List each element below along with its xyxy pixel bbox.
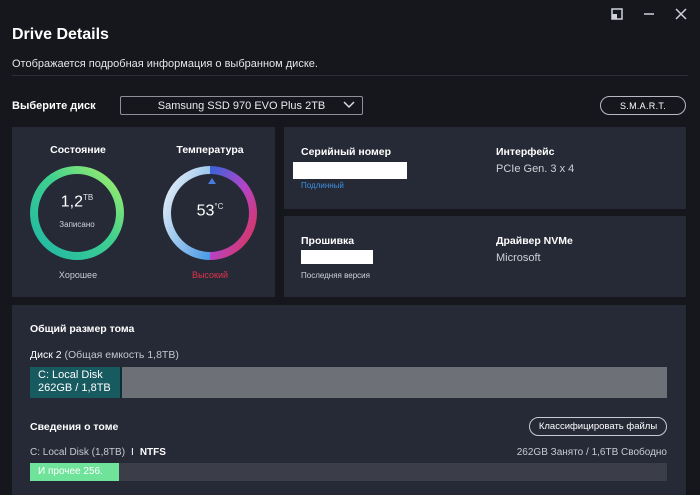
drive-select[interactable]: Samsung SSD 970 EVO Plus 2TB xyxy=(120,96,363,115)
volume-panel: Общий размер тома Диск 2 (Общая емкость … xyxy=(12,305,686,495)
minimize-icon[interactable] xyxy=(638,6,660,22)
smart-button[interactable]: S.M.A.R.T. xyxy=(600,96,686,115)
close-icon[interactable] xyxy=(670,6,692,22)
temperature-value: 53 xyxy=(196,202,215,220)
volume-title: Общий размер тома xyxy=(30,323,135,335)
temperature-verdict: Высокий xyxy=(191,270,229,280)
window-controls xyxy=(606,6,692,22)
header-divider xyxy=(12,75,688,76)
written-caption: Записано xyxy=(59,220,95,229)
interface-value: PCIe Gen. 3 x 4 xyxy=(496,163,575,175)
firmware-redacted xyxy=(301,250,373,264)
temperature-unit: °C xyxy=(214,202,224,211)
serial-panel: Серийный номер Подлинный Интерфейс PCIe … xyxy=(284,127,686,209)
written-value: 1,2 xyxy=(60,193,83,211)
drive-select-value: Samsung SSD 970 EVO Plus 2TB xyxy=(157,99,326,112)
partition-name: C: Local Disk xyxy=(38,369,103,381)
page-title: Drive Details xyxy=(12,26,109,43)
volume-name: C: Local Disk (1,8TB) xyxy=(30,447,126,458)
firmware-panel: Прошивка Последняя версия Драйвер NVMe M… xyxy=(284,216,686,297)
serial-label: Серийный номер xyxy=(301,146,392,158)
firmware-label: Прошивка xyxy=(301,235,355,247)
page-subtitle: Отображается подробная информация о выбр… xyxy=(12,58,318,70)
chevron-down-icon xyxy=(342,98,356,115)
disk-name: Диск 2 xyxy=(30,349,62,361)
status-title: Состояние xyxy=(50,144,106,156)
driver-value: Microsoft xyxy=(496,252,541,264)
partition-size: 262GB / 1,8TB xyxy=(38,382,111,394)
status-gauge: 1,2ТВ Записано xyxy=(29,165,125,261)
status-verdict: Хорошее xyxy=(58,270,98,280)
volume-info-title: Сведения о томе xyxy=(30,421,119,433)
serial-redacted xyxy=(293,162,407,179)
status-ring xyxy=(30,166,124,260)
volume-row: C: Local Disk (1,8TB) I NTFS xyxy=(30,447,166,458)
disk-usage-bar: C: Local Disk 262GB / 1,8TB xyxy=(30,367,667,398)
serial-genuine-badge: Подлинный xyxy=(301,181,344,190)
disk-capacity: (Общая емкость 1,8TB) xyxy=(64,349,179,361)
firmware-note: Последняя версия xyxy=(301,271,370,280)
drive-select-label: Выберите диск xyxy=(12,100,96,112)
status-panel: Состояние 1,2ТВ Записано Хорошее Темпера… xyxy=(12,127,275,297)
disk-line: Диск 2 (Общая емкость 1,8TB) xyxy=(30,349,179,361)
volume-separator: I xyxy=(131,447,134,458)
volume-filesystem: NTFS xyxy=(139,447,166,458)
volume-usage: 262GB Занято / 1,6TB Свободно xyxy=(516,447,667,458)
interface-label: Интерфейс xyxy=(496,146,555,158)
classify-files-button[interactable]: Классифицировать файлы xyxy=(529,417,667,436)
temperature-pointer-icon xyxy=(208,178,216,184)
restore-icon[interactable] xyxy=(606,6,628,22)
volume-category-bar: И прочее 256. xyxy=(30,463,667,481)
written-unit: ТВ xyxy=(83,193,94,202)
temperature-title: Температура xyxy=(176,144,244,156)
driver-label: Драйвер NVMe xyxy=(496,235,573,247)
category-other-label: И прочее 256. xyxy=(38,466,103,477)
temperature-gauge: 53°C xyxy=(162,165,258,261)
